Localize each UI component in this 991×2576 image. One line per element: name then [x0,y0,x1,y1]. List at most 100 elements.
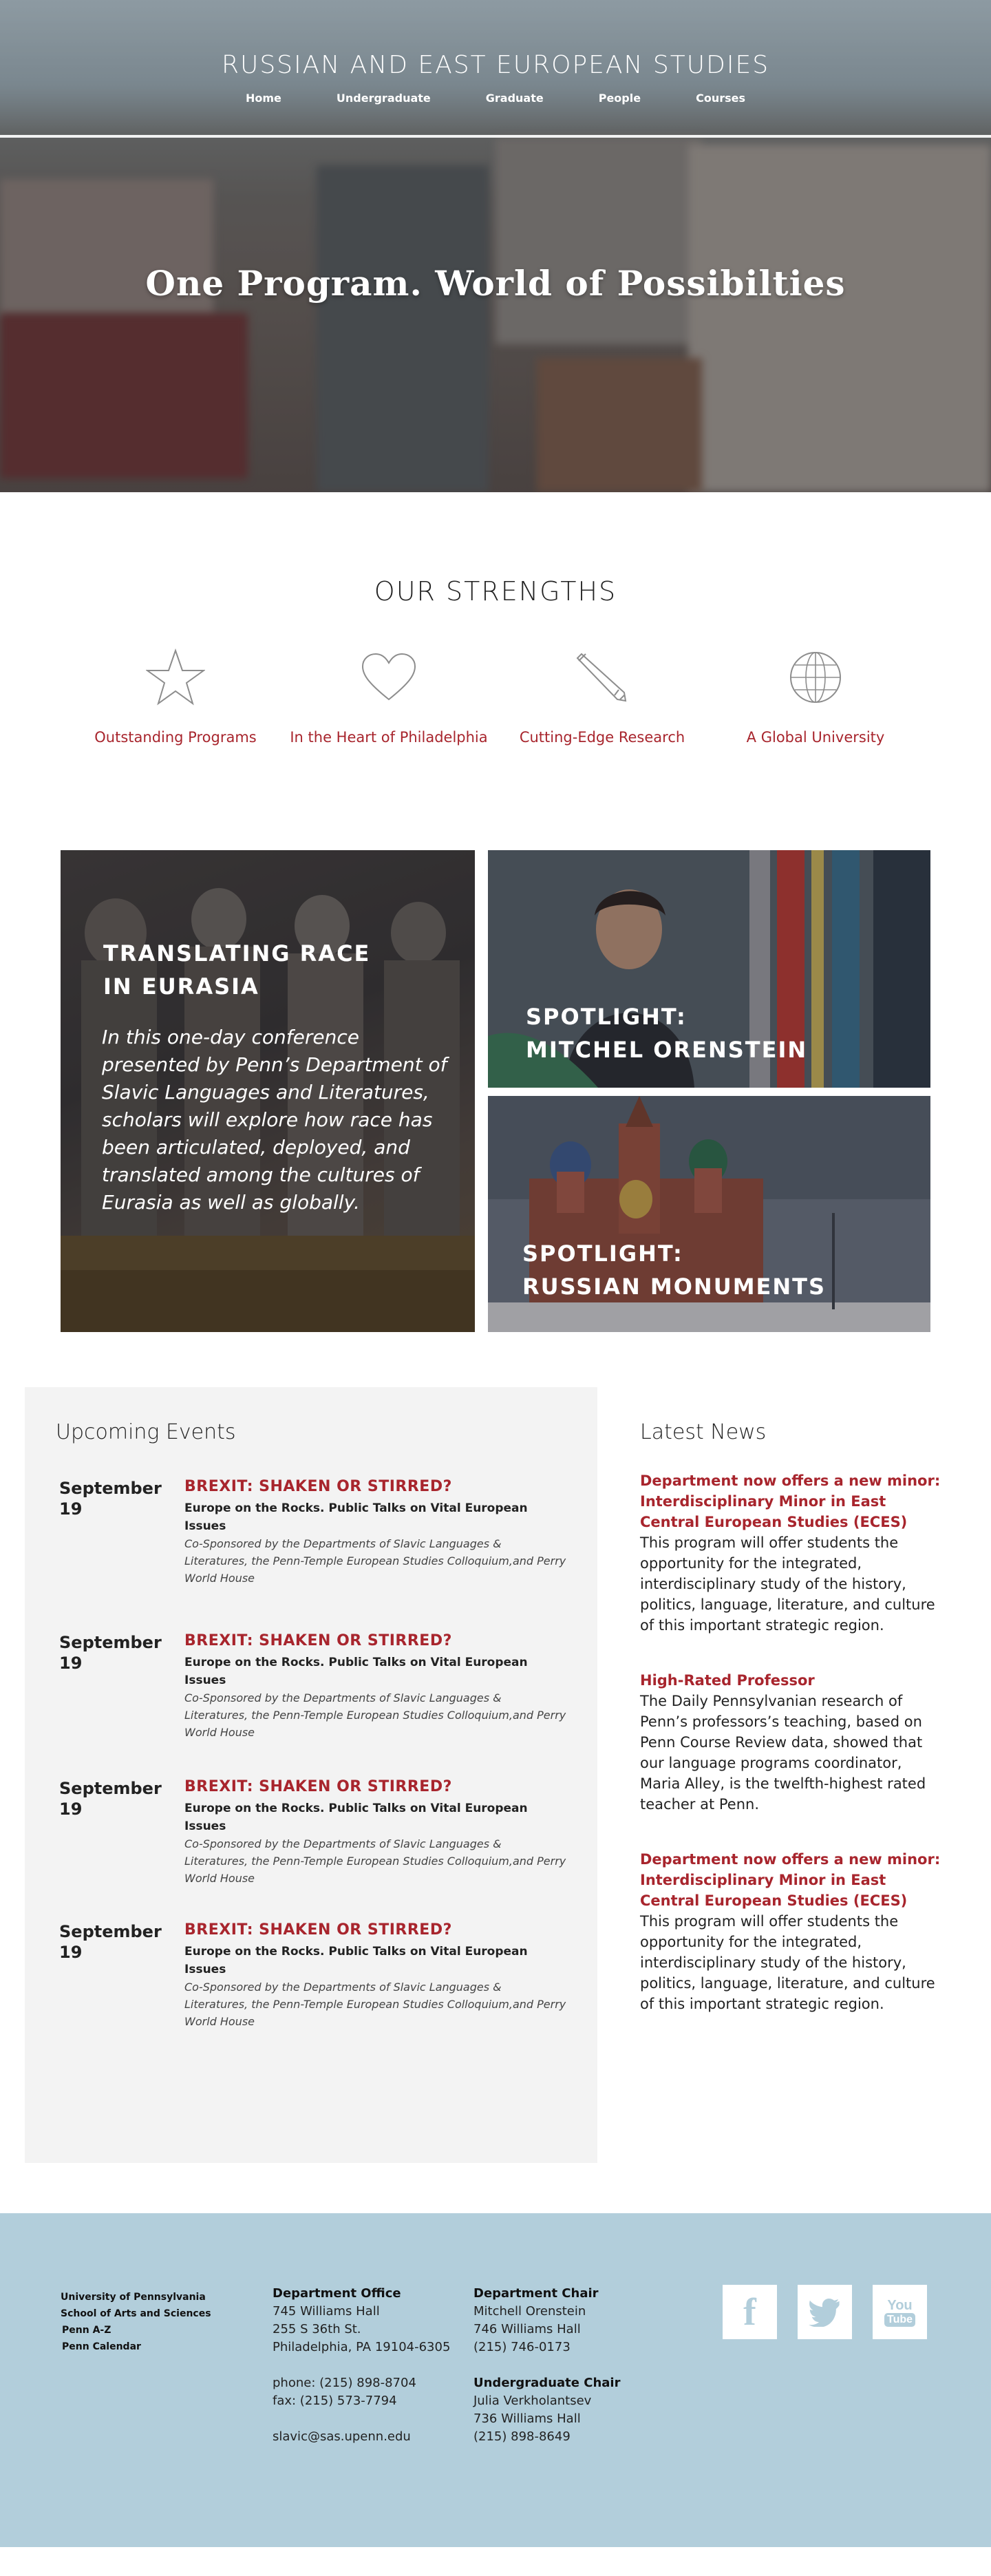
event-body: BREXIT: SHAKEN OR STIRRED? Europe on the… [184,1632,566,1741]
strength-heart-of-philadelphia[interactable]: In the Heart of Philadelphia [282,646,496,746]
footer-link-penn-calendar[interactable]: Penn Calendar [61,2339,211,2355]
event-day: 19 [59,1654,83,1673]
event-month: September [59,1922,162,1941]
strength-label: Cutting-Edge Research [519,729,685,746]
heart-icon [282,646,496,708]
news-item: Department now offers a new minor: Inter… [640,1470,943,1636]
news-text: The Daily Pennsylvanian research of Penn… [640,1693,926,1813]
youtube-icon-bottom: Tube [884,2312,916,2327]
office-fax: fax: (215) 573-7794 [273,2394,397,2408]
hero-banner: RUSSIAN AND EAST EUROPEAN STUDIES Home U… [0,0,991,492]
event-month: September [59,1479,162,1498]
feature-spotlight-monuments[interactable]: SPOTLIGHT: RUSSIAN MONUMENTS [488,1096,930,1332]
footer-link-sas[interactable]: School of Arts and Sciences [61,2305,211,2322]
footer-link-upenn[interactable]: University of Pennsylvania [61,2289,211,2305]
strength-label: In the Heart of Philadelphia [290,729,488,746]
news-title-link[interactable]: Department now offers a new minor: Inter… [640,1849,943,1911]
news-text: This program will offer students the opp… [640,1534,935,1634]
twitter-link[interactable] [798,2285,852,2339]
latest-news: Latest News Department now offers a new … [640,1387,943,2014]
footer-chairs: Department Chair Mitchell Orenstein 746 … [473,2285,620,2446]
spotlight-label: SPOTLIGHT: [522,1241,683,1267]
event-body: BREXIT: SHAKEN OR STIRRED? Europe on the… [184,1921,566,2030]
youtube-link[interactable]: You Tube [873,2285,927,2339]
chair-line: 746 Williams Hall [473,2322,581,2336]
event-date: September 19 [59,1478,176,1519]
strength-label: A Global University [746,729,885,746]
strength-global-university[interactable]: A Global University [709,646,922,746]
event-day: 19 [59,1943,83,1962]
hero-headline: One Program. World of Possibilties [145,263,846,304]
youtube-icon: You Tube [884,2297,916,2327]
star-icon [69,646,282,708]
news-item: High-Rated Professor The Daily Pennsylva… [640,1670,943,1815]
nav-people[interactable]: People [599,92,641,105]
pencil-icon [496,646,709,708]
event-subtitle: Europe on the Rocks. Public Talks on Vit… [184,1501,528,1533]
feature-translating-race[interactable]: TRANSLATING RACE IN EURASIA In this one-… [61,850,475,1332]
strength-label: Outstanding Programs [94,729,257,746]
office-address-line: 745 Williams Hall [273,2304,380,2319]
site-title[interactable]: RUSSIAN AND EAST EUROPEAN STUDIES [0,51,991,79]
event-body: BREXIT: SHAKEN OR STIRRED? Europe on the… [184,1478,566,1587]
event-month: September [59,1633,162,1652]
ug-chair-line: 736 Williams Hall [473,2411,581,2426]
spotlight-title: SPOTLIGHT: MITCHEL ORENSTEIN [526,1000,807,1066]
feature-spotlight-orenstein[interactable]: SPOTLIGHT: MITCHEL ORENSTEIN [488,850,930,1088]
footer-department-office: Department Office 745 Williams Hall 255 … [273,2285,450,2446]
ug-chair-line: Julia Verkholantsev [473,2394,592,2408]
news-item: Department now offers a new minor: Inter… [640,1849,943,2014]
chair-line: (215) 746-0173 [473,2340,571,2354]
event-note: Co-Sponsored by the Departments of Slavi… [184,1837,566,1885]
feature-title-line2: IN EURASIA [103,973,259,1000]
event-note: Co-Sponsored by the Departments of Slavi… [184,1537,566,1585]
feature-tiles: TRANSLATING RACE IN EURASIA In this one-… [0,850,991,1387]
strengths-list: Outstanding Programs In the Heart of Phi… [69,646,922,746]
facebook-link[interactable]: f [723,2285,777,2339]
event-title-link[interactable]: BREXIT: SHAKEN OR STIRRED? [184,1921,566,1939]
facebook-icon: f [743,2290,756,2334]
event-note: Co-Sponsored by the Departments of Slavi… [184,1981,566,2028]
social-links: f You Tube [723,2285,927,2339]
footer-link-penn-a-z[interactable]: Penn A-Z [61,2322,211,2339]
event-month: September [59,1779,162,1798]
events-title: Upcoming Events [56,1420,236,1444]
main-nav: Home Undergraduate Graduate People Cours… [0,92,991,105]
footer-links: University of Pennsylvania School of Art… [61,2289,211,2355]
event-title-link[interactable]: BREXIT: SHAKEN OR STIRRED? [184,1778,566,1795]
event-title-link[interactable]: BREXIT: SHAKEN OR STIRRED? [184,1632,566,1649]
event-day: 19 [59,1499,83,1519]
nav-undergraduate[interactable]: Undergraduate [337,92,431,105]
upcoming-events: Upcoming Events September 19 BREXIT: SHA… [25,1387,597,2163]
youtube-icon-top: You [887,2297,913,2313]
spotlight-name: RUSSIAN MONUMENTS [522,1274,827,1300]
event-date: September 19 [59,1921,176,1963]
news-title-link[interactable]: High-Rated Professor [640,1670,943,1691]
ug-chair-heading: Undergraduate Chair [473,2376,621,2390]
nav-courses[interactable]: Courses [696,92,745,105]
strength-outstanding-programs[interactable]: Outstanding Programs [69,646,282,746]
event-subtitle: Europe on the Rocks. Public Talks on Vit… [184,1656,528,1687]
event-subtitle: Europe on the Rocks. Public Talks on Vit… [184,1945,528,1976]
site-footer: University of Pennsylvania School of Art… [0,2213,991,2547]
event-body: BREXIT: SHAKEN OR STIRRED? Europe on the… [184,1778,566,1887]
strengths-title: OUR STRENGTHS [374,576,617,606]
ug-chair-line: (215) 898-8649 [473,2429,571,2444]
chair-heading: Department Chair [473,2286,599,2301]
twitter-icon [808,2298,840,2327]
nav-home[interactable]: Home [246,92,281,105]
strength-cutting-edge-research[interactable]: Cutting-Edge Research [496,646,709,746]
office-address-line: 255 S 36th St. [273,2322,361,2336]
hero-divider [0,135,991,138]
feature-title: TRANSLATING RACE IN EURASIA [103,937,370,1003]
news-title-link[interactable]: Department now offers a new minor: Inter… [640,1470,943,1532]
office-address-line: Philadelphia, PA 19104-6305 [273,2340,451,2354]
event-title-link[interactable]: BREXIT: SHAKEN OR STIRRED? [184,1478,566,1495]
event-date: September 19 [59,1778,176,1819]
globe-icon [709,646,922,708]
events-news-section: Upcoming Events September 19 BREXIT: SHA… [0,1387,991,2213]
office-email[interactable]: slavic@sas.upenn.edu [273,2428,450,2446]
spotlight-title: SPOTLIGHT: RUSSIAN MONUMENTS [522,1237,826,1303]
nav-graduate[interactable]: Graduate [486,92,544,105]
